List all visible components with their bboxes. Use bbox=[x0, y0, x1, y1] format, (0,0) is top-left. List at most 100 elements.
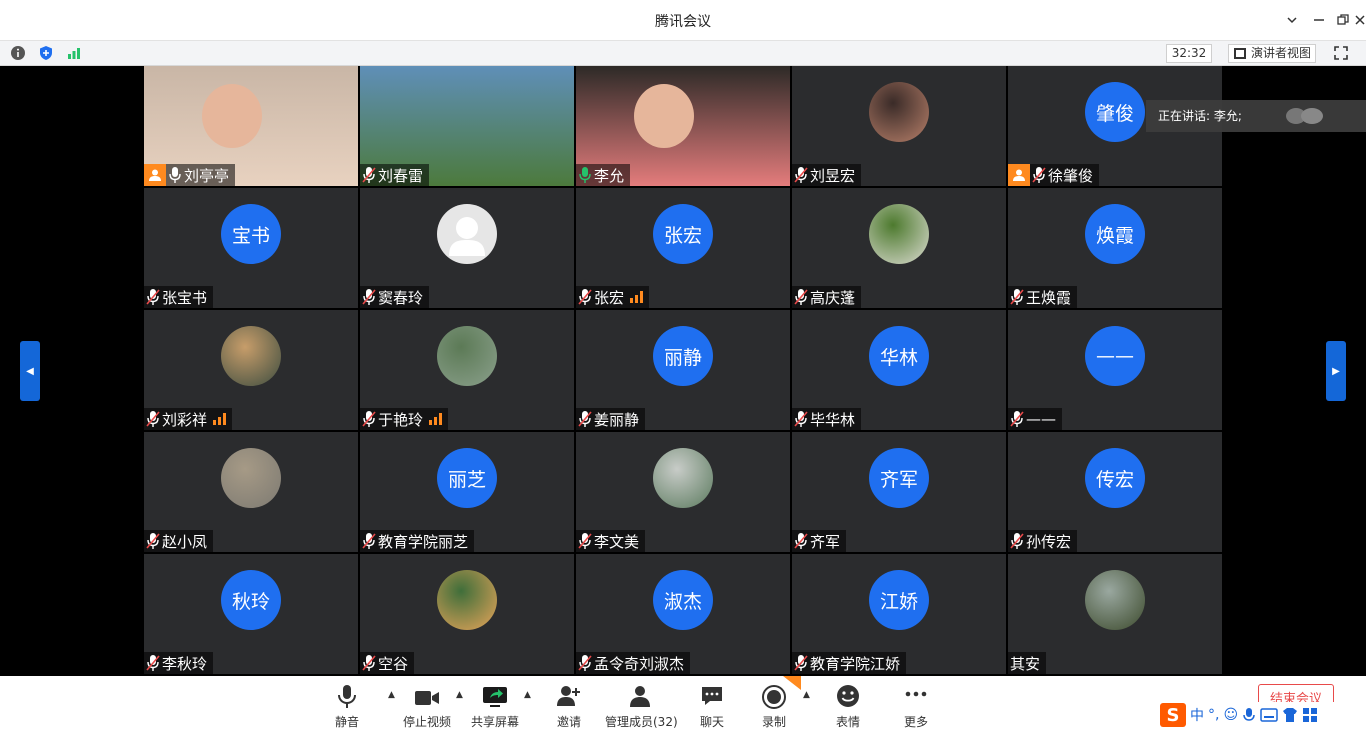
more-label: 更多 bbox=[903, 715, 928, 729]
participant-nameplate: 齐军 bbox=[792, 530, 847, 552]
host-icon bbox=[144, 164, 166, 186]
participant-tile[interactable]: 淑杰 孟令奇刘淑杰 bbox=[576, 554, 790, 674]
participant-tile[interactable]: 刘春雷 bbox=[360, 66, 574, 186]
stop-video-button[interactable]: 停止视频 bbox=[392, 682, 462, 729]
chevron-left-icon: ◀ bbox=[26, 365, 34, 377]
more-button[interactable]: 更多 bbox=[881, 682, 951, 729]
participant-name: 张宏 bbox=[594, 288, 625, 307]
presenter-view-button[interactable]: 演讲者视图 bbox=[1228, 44, 1316, 63]
participant-name: 刘彩祥 bbox=[162, 410, 208, 429]
participant-nameplate: 张宏 bbox=[576, 286, 650, 308]
participant-tile[interactable]: 赵小凤 bbox=[144, 432, 358, 552]
participant-nameplate: 徐肇俊 bbox=[1008, 164, 1100, 186]
participant-tile[interactable]: —— —— bbox=[1008, 310, 1222, 430]
network-signal-icon[interactable] bbox=[66, 45, 82, 61]
minimize-icon[interactable] bbox=[1307, 8, 1331, 32]
fullscreen-icon[interactable] bbox=[1333, 45, 1349, 61]
ime-voice-icon[interactable] bbox=[1242, 707, 1256, 723]
ime-punctuation[interactable]: °, bbox=[1208, 707, 1219, 723]
participant-tile[interactable]: 刘彩祥 bbox=[144, 310, 358, 430]
share-screen-button[interactable]: 共享屏幕 bbox=[460, 682, 530, 729]
presenter-view-label: 演讲者视图 bbox=[1251, 46, 1312, 60]
ime-language[interactable]: 中 bbox=[1190, 705, 1204, 725]
mute-button[interactable]: 静音 bbox=[312, 682, 382, 729]
participant-nameplate: 毕华林 bbox=[792, 408, 862, 430]
participant-nameplate: 张宝书 bbox=[144, 286, 214, 308]
share-screen-label: 共享屏幕 bbox=[470, 715, 519, 729]
participant-tile[interactable]: 窦春玲 bbox=[360, 188, 574, 308]
mic-muted-icon bbox=[362, 410, 376, 428]
participant-face bbox=[202, 84, 262, 148]
participant-name: 姜丽静 bbox=[594, 410, 640, 429]
smiley-icon bbox=[837, 685, 859, 707]
ime-toolbox-icon[interactable] bbox=[1302, 707, 1318, 723]
participant-name: —— bbox=[1026, 410, 1056, 428]
participant-tile[interactable]: 齐军 齐军 bbox=[792, 432, 1006, 552]
stop-video-label: 停止视频 bbox=[402, 715, 451, 729]
participant-tile[interactable]: 李文美 bbox=[576, 432, 790, 552]
participant-nameplate: 孙传宏 bbox=[1008, 530, 1078, 552]
close-icon[interactable] bbox=[1348, 8, 1366, 32]
participant-avatar-photo bbox=[437, 326, 497, 386]
participant-tile[interactable]: 李允 bbox=[576, 66, 790, 186]
chat-button[interactable]: 聊天 bbox=[677, 682, 747, 729]
participant-tile[interactable]: 丽芝 教育学院丽芝 bbox=[360, 432, 574, 552]
microphone-icon bbox=[338, 685, 356, 708]
participant-name: 张宝书 bbox=[162, 288, 208, 307]
menu-icon[interactable] bbox=[1280, 8, 1304, 32]
prev-page-button[interactable]: ◀ bbox=[20, 341, 40, 401]
participant-tile[interactable]: 华林 毕华林 bbox=[792, 310, 1006, 430]
mic-muted-icon bbox=[794, 532, 808, 550]
shield-icon[interactable] bbox=[38, 45, 54, 61]
participant-tile[interactable]: 刘昱宏 bbox=[792, 66, 1006, 186]
participant-avatar: 齐军 bbox=[869, 448, 929, 508]
participant-name: 齐军 bbox=[810, 532, 841, 551]
sogou-logo-icon[interactable]: S bbox=[1160, 703, 1186, 727]
participant-name: 刘亭亭 bbox=[184, 166, 230, 185]
participant-name: 于艳玲 bbox=[378, 410, 424, 429]
participant-tile[interactable]: 其安 bbox=[1008, 554, 1222, 674]
participant-tile[interactable]: 张宏 张宏 bbox=[576, 188, 790, 308]
participant-avatar: 张宏 bbox=[653, 204, 713, 264]
info-icon[interactable] bbox=[10, 45, 26, 61]
ime-keyboard-icon[interactable] bbox=[1260, 708, 1278, 722]
members-icon bbox=[630, 686, 650, 707]
participant-avatar: 焕霞 bbox=[1085, 204, 1145, 264]
participant-tile[interactable]: 秋玲 李秋玲 bbox=[144, 554, 358, 674]
blurred-region-icon bbox=[1286, 108, 1323, 124]
participant-tile[interactable]: 焕霞 王焕霞 bbox=[1008, 188, 1222, 308]
participant-tile[interactable]: 江娇 教育学院江娇 bbox=[792, 554, 1006, 674]
ime-skin-icon[interactable] bbox=[1282, 707, 1298, 723]
participant-nameplate: 其安 bbox=[1008, 652, 1047, 674]
chat-label: 聊天 bbox=[699, 715, 724, 729]
participant-avatar: 秋玲 bbox=[221, 570, 281, 630]
participant-name: 刘昱宏 bbox=[810, 166, 856, 185]
participant-tile[interactable]: 传宏 孙传宏 bbox=[1008, 432, 1222, 552]
participant-tile[interactable]: 宝书 张宝书 bbox=[144, 188, 358, 308]
participant-tile[interactable]: 空谷 bbox=[360, 554, 574, 674]
mic-muted-icon bbox=[146, 654, 160, 672]
participant-name: 毕华林 bbox=[810, 410, 856, 429]
mic-muted-icon bbox=[146, 532, 160, 550]
reactions-button[interactable]: 表情 bbox=[813, 682, 883, 729]
participant-avatar-photo bbox=[869, 204, 929, 264]
next-page-button[interactable]: ▶ bbox=[1326, 341, 1346, 401]
weak-signal-icon bbox=[213, 413, 227, 425]
manage-members-button[interactable]: 管理成员(32) bbox=[605, 682, 678, 729]
participant-tile[interactable]: 丽静 姜丽静 bbox=[576, 310, 790, 430]
meeting-timer: 32:32 bbox=[1166, 44, 1212, 63]
participant-avatar: 肇俊 bbox=[1085, 82, 1145, 142]
participant-tile[interactable]: 于艳玲 bbox=[360, 310, 574, 430]
weak-signal-icon bbox=[429, 413, 443, 425]
ime-emoji-icon[interactable]: ☺ bbox=[1223, 707, 1238, 723]
record-button[interactable]: 录制 bbox=[739, 676, 809, 729]
share-options-caret-icon[interactable]: ▲ bbox=[524, 690, 531, 700]
participant-tile[interactable]: 刘亭亭 bbox=[144, 66, 358, 186]
participant-nameplate: 李文美 bbox=[576, 530, 646, 552]
invite-button[interactable]: 邀请 bbox=[534, 682, 604, 729]
mic-muted-icon bbox=[1032, 166, 1046, 184]
participant-tile[interactable]: 高庆蓬 bbox=[792, 188, 1006, 308]
mic-muted-icon bbox=[146, 410, 160, 428]
record-options-caret-icon[interactable]: ▲ bbox=[803, 690, 810, 700]
chat-icon bbox=[702, 687, 722, 705]
